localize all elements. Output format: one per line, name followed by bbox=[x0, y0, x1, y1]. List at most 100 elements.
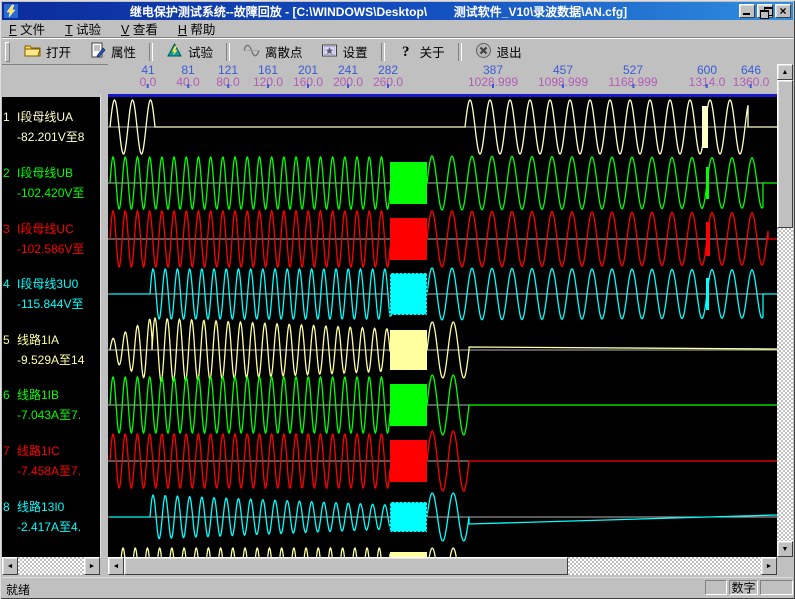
toolbar-button-test[interactable]: 试验 bbox=[157, 40, 222, 64]
vertical-scroll-thumb[interactable] bbox=[777, 80, 793, 228]
menu-label: 试验 bbox=[73, 23, 101, 37]
question-icon: ? bbox=[398, 42, 415, 62]
time-ruler[interactable]: 410.08140.012180.0161120.0201160.0241200… bbox=[108, 64, 777, 94]
toolbar-separator bbox=[226, 43, 230, 61]
menu-hotkey: T bbox=[65, 23, 72, 37]
menu-hotkey: H bbox=[178, 23, 187, 37]
channel-range: -102.420V至 bbox=[2, 187, 100, 200]
channel-title-ch3: 3I段母线UC bbox=[2, 223, 100, 236]
ruler-tick-mark bbox=[706, 84, 708, 88]
channel-number: 1 bbox=[2, 111, 17, 124]
scroll-left-button[interactable]: ◄ bbox=[108, 557, 124, 575]
selection-block-ch8[interactable] bbox=[390, 502, 427, 532]
channel-label-ch7[interactable]: 7线路1IC -7.458A至7. bbox=[2, 445, 100, 478]
toolbar-separator bbox=[149, 43, 153, 61]
menu-item-file[interactable]: F 文件 bbox=[2, 18, 52, 39]
selection-block-ch4[interactable] bbox=[390, 273, 427, 315]
ruler-tick-457: 4571098.999 bbox=[538, 64, 588, 88]
channel-name: 线路1IA bbox=[17, 333, 59, 347]
toolbar-label-exit: 退出 bbox=[497, 42, 522, 61]
channel-number: 8 bbox=[2, 501, 17, 514]
ruler-tick-161: 161120.0 bbox=[253, 64, 283, 88]
channel-number: 4 bbox=[2, 278, 17, 291]
channel-panel: 1I段母线UA-82.201V至8 2I段母线UB -102.420V至 3I段母线U… bbox=[2, 97, 100, 557]
channel-label-ch5[interactable]: 5线路1IA-9.529A至14 bbox=[2, 334, 100, 367]
horizontal-scrollbar[interactable]: ◄ ► bbox=[108, 557, 777, 575]
menubar: F 文件 T 试验 V 查看 H 帮助 bbox=[2, 20, 793, 38]
exit-icon bbox=[475, 42, 492, 62]
ruler-tick-mark bbox=[307, 84, 309, 88]
panel-scroll-left-button[interactable]: ◄ bbox=[2, 557, 18, 575]
scroll-right-button[interactable]: ► bbox=[761, 557, 777, 575]
horizontal-scroll-thumb[interactable] bbox=[124, 557, 568, 575]
panel-scroll-right-button[interactable]: ► bbox=[84, 557, 100, 575]
ruler-tick-mark bbox=[187, 84, 189, 88]
selection-block-ch5[interactable] bbox=[390, 330, 427, 370]
status-ready-text: 就绪 bbox=[6, 581, 30, 598]
ruler-tick-282: 282260.0 bbox=[373, 64, 403, 88]
channel-range: -115.844V至 bbox=[2, 298, 100, 311]
channel-label-ch2[interactable]: 2I段母线UB -102.420V至 bbox=[2, 167, 100, 200]
menu-item-view[interactable]: V 查看 bbox=[114, 18, 165, 39]
channel-label-ch3[interactable]: 3I段母线UC -102.586V至 bbox=[2, 223, 100, 256]
minimize-button[interactable] bbox=[739, 4, 755, 18]
ruler-tick-41: 410.0 bbox=[140, 64, 157, 88]
panel-horizontal-scrollbar[interactable]: ◄ ► bbox=[2, 557, 100, 575]
selection-block-ch3[interactable] bbox=[390, 218, 427, 260]
ruler-tick-201: 201160.0 bbox=[293, 64, 323, 88]
toolbar-button-about[interactable]: ? 关于 bbox=[389, 40, 454, 64]
channel-title-ch6: 6线路1IB bbox=[2, 389, 100, 402]
toolbar-label-open: 打开 bbox=[46, 42, 71, 61]
toolbar-grip[interactable] bbox=[5, 42, 10, 62]
toolbar-button-exit[interactable]: 退出 bbox=[466, 40, 531, 64]
channel-number: 2 bbox=[2, 167, 17, 180]
selection-block-ch6[interactable] bbox=[390, 384, 427, 426]
menu-hotkey: F bbox=[9, 23, 17, 37]
vertical-scrollbar[interactable]: ▲ ▼ bbox=[777, 64, 793, 557]
channel-title-ch7: 7线路1IC bbox=[2, 445, 100, 458]
toolbar-label-settings: 设置 bbox=[343, 42, 368, 61]
ruler-tick-600: 6001314.0 bbox=[689, 64, 726, 88]
scroll-down-button[interactable]: ▼ bbox=[777, 541, 793, 557]
channel-label-ch8[interactable]: 8线路13I0-2.417A至4. bbox=[2, 501, 100, 534]
minimize-icon bbox=[743, 13, 750, 15]
cursor-marker-ch3[interactable] bbox=[706, 222, 710, 256]
close-button[interactable]: × bbox=[775, 4, 791, 18]
channel-title-ch4: 4I段母线3U0 bbox=[2, 278, 100, 291]
channel-name: 线路1IB bbox=[17, 388, 59, 402]
channel-label-ch1[interactable]: 1I段母线UA-82.201V至8 bbox=[2, 111, 100, 144]
toolbar-button-settings[interactable]: 设置 bbox=[312, 40, 377, 64]
cursor-marker-ch4[interactable] bbox=[706, 278, 709, 310]
restore-button[interactable] bbox=[757, 4, 773, 18]
channel-range: -102.586V至 bbox=[2, 243, 100, 256]
menu-item-help[interactable]: H 帮助 bbox=[171, 18, 223, 39]
ruler-tick-mark bbox=[147, 84, 149, 88]
ruler-tick-241: 241200.0 bbox=[333, 64, 363, 88]
toolbar-separator bbox=[458, 43, 462, 61]
toolbar-button-discrete[interactable]: 离散点 bbox=[234, 40, 312, 64]
channel-number: 6 bbox=[2, 389, 17, 402]
selection-block-ch2[interactable] bbox=[390, 162, 427, 204]
ruler-tick-mark bbox=[750, 84, 752, 88]
channel-range: -7.458A至7. bbox=[2, 465, 100, 478]
channel-range: -9.529A至14 bbox=[2, 354, 100, 367]
menu-label: 查看 bbox=[129, 23, 157, 37]
cursor-marker-ch2[interactable] bbox=[706, 167, 709, 199]
channel-label-ch6[interactable]: 6线路1IB-7.043A至7. bbox=[2, 389, 100, 422]
ruler-tick-646: 6461360.0 bbox=[733, 64, 770, 88]
arrow-down-icon: ▼ bbox=[782, 546, 789, 553]
properties-icon bbox=[89, 42, 106, 62]
selection-block-ch7[interactable] bbox=[390, 440, 427, 482]
cursor-marker-ch1[interactable] bbox=[702, 106, 708, 148]
channel-label-ch4[interactable]: 4I段母线3U0 -115.844V至 bbox=[2, 278, 100, 311]
toolbar-label-about: 关于 bbox=[420, 42, 445, 61]
scroll-up-button[interactable]: ▲ bbox=[777, 64, 793, 80]
waveform-area[interactable] bbox=[108, 97, 777, 557]
menu-item-test[interactable]: T 试验 bbox=[58, 18, 108, 39]
toolbar-button-properties[interactable]: 属性 bbox=[80, 40, 145, 64]
panel-scroll-track[interactable] bbox=[18, 557, 84, 575]
ruler-tick-mark bbox=[227, 84, 229, 88]
channel-title-ch2: 2I段母线UB bbox=[2, 167, 100, 180]
toolbar-button-open[interactable]: 打开 bbox=[15, 40, 80, 64]
test-icon bbox=[166, 42, 183, 62]
